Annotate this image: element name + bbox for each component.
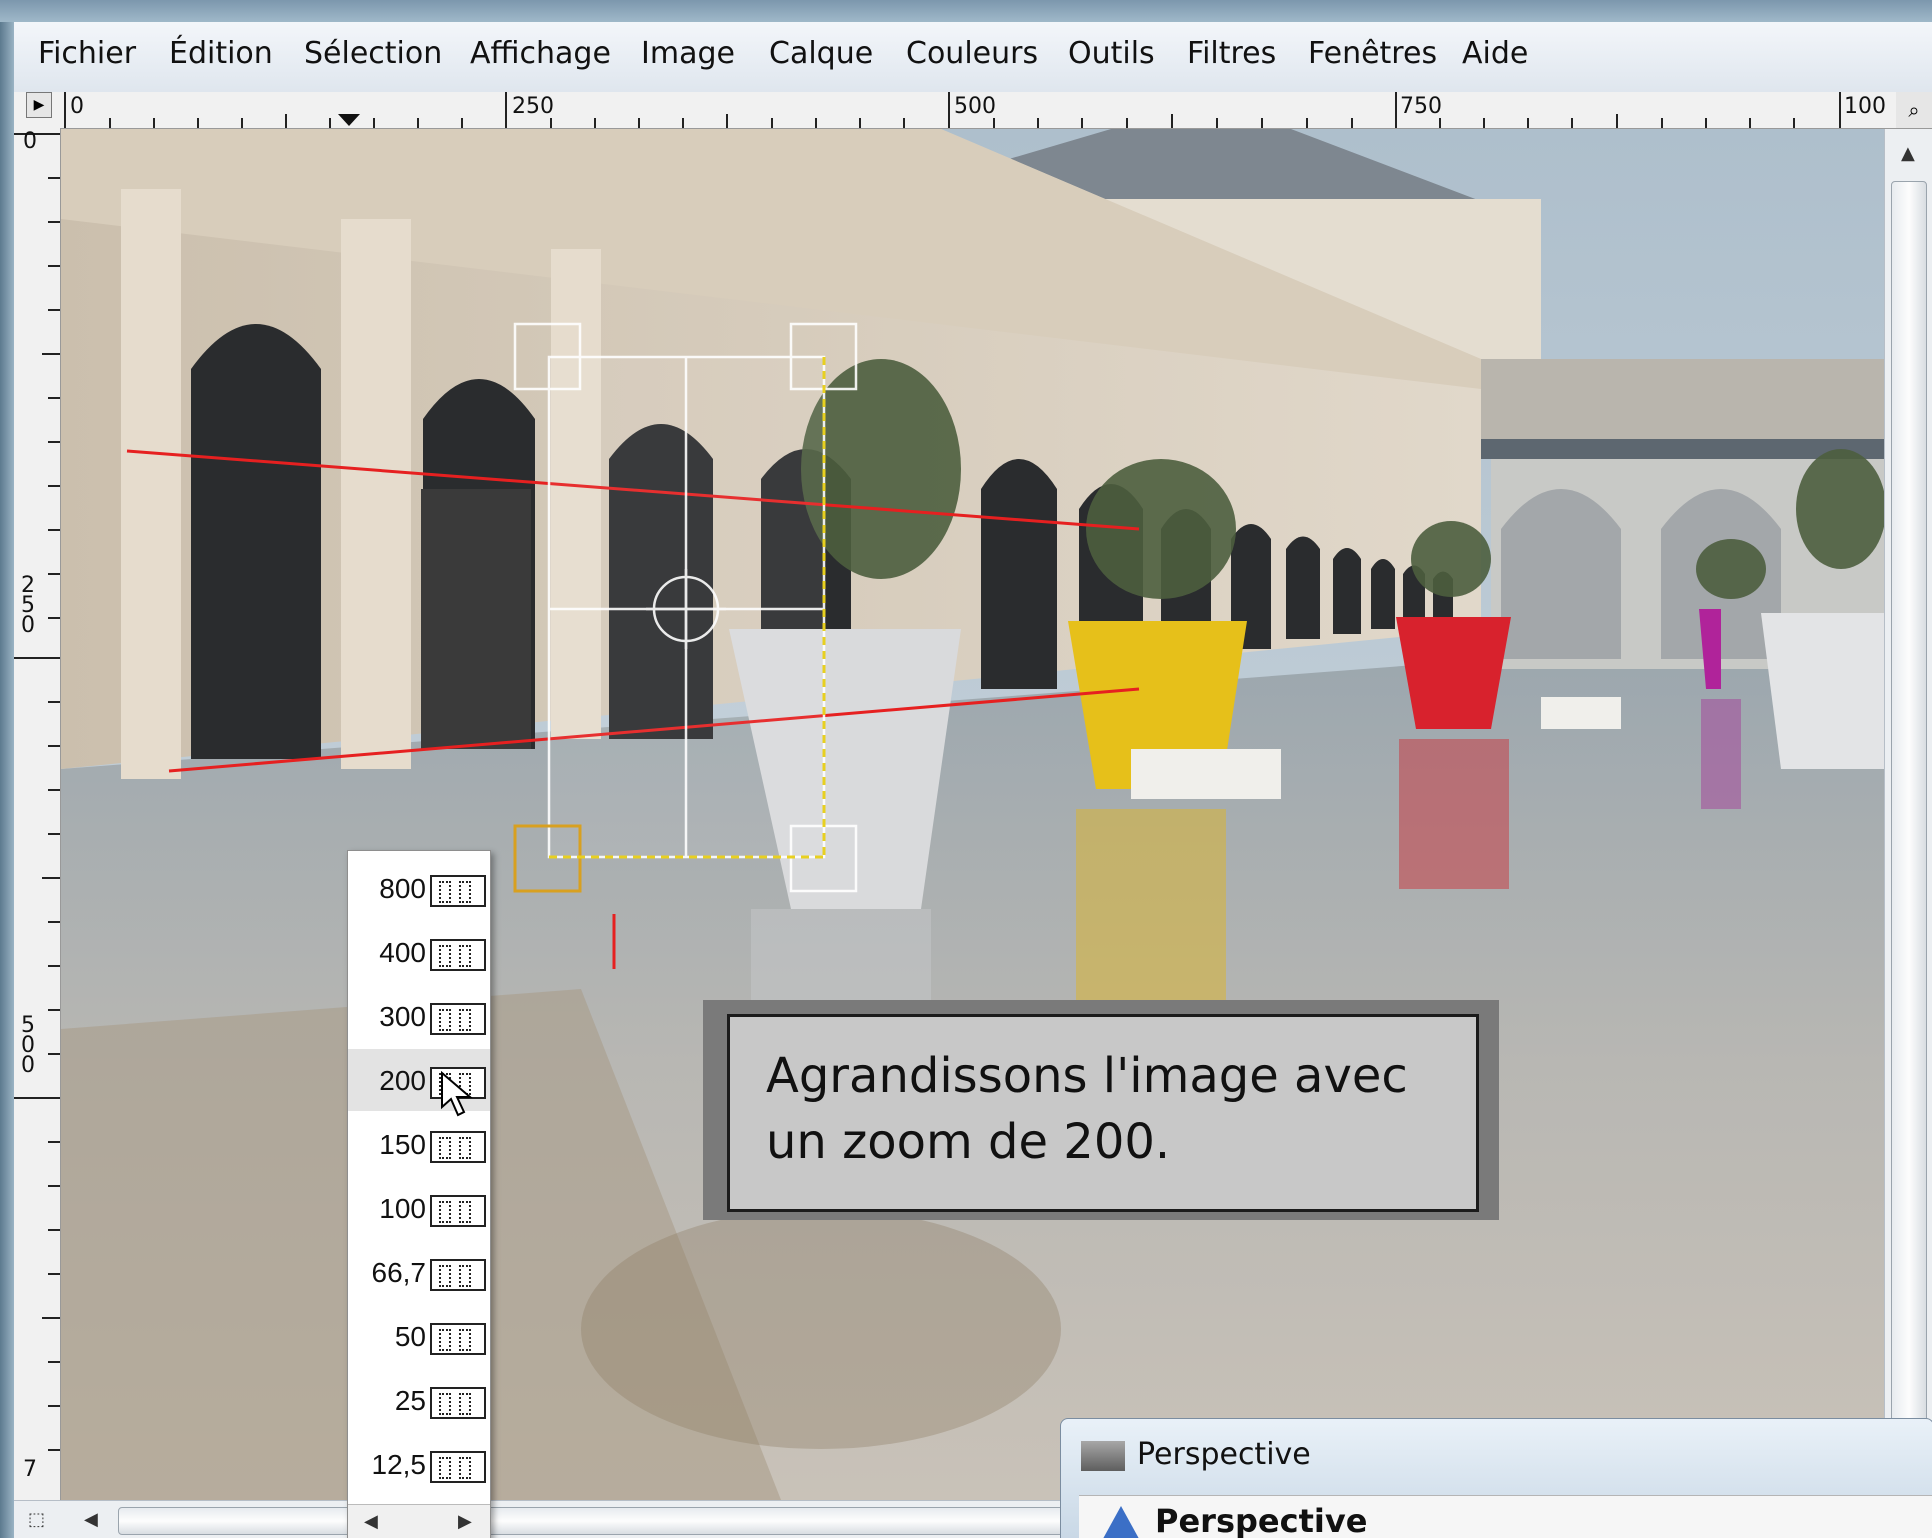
zoom-option-100[interactable]: 100	[348, 1177, 490, 1239]
scroll-left-icon[interactable]: ◀	[84, 1509, 98, 1530]
zoom-option-label: 800	[379, 873, 426, 904]
zoom-option-label: 150	[379, 1129, 426, 1160]
callout-line-2: un zoom de 200.	[766, 1114, 1171, 1170]
dialog-heading: Perspective	[1155, 1502, 1368, 1538]
perspective-dialog: Perspective Perspective	[1060, 1418, 1932, 1538]
zoom-option-label: 300	[379, 1001, 426, 1032]
title-bar	[0, 0, 1932, 22]
placeholder-glyph-icon	[430, 939, 486, 971]
zoom-option-label: 400	[379, 937, 426, 968]
mouse-cursor-icon	[441, 1071, 473, 1117]
vertical-scrollbar[interactable]: ▲	[1884, 129, 1932, 1500]
ruler-label-1000: 100	[1844, 94, 1886, 119]
scroll-right-icon[interactable]: ▶	[458, 1511, 472, 1532]
zoom-option-label: 25	[394, 1385, 426, 1416]
zoom-dropdown-menu[interactable]: 800 400 300 200 150 100 66,7 50 25 12,5 …	[347, 850, 491, 1538]
placeholder-glyph-icon	[430, 1131, 486, 1163]
placeholder-glyph-icon	[430, 1195, 486, 1227]
zoom-option-800[interactable]: 800	[348, 857, 490, 919]
gimp-image-window: Fichier Édition Sélection Affichage Imag…	[0, 0, 1932, 1538]
placeholder-glyph-icon	[430, 1259, 486, 1291]
vertical-ruler[interactable]: 0 250 500 7	[14, 128, 61, 1500]
vertical-ruler-ticks	[14, 133, 60, 1451]
ruler-label-500: 500	[954, 94, 996, 119]
scroll-up-icon[interactable]: ▲	[1901, 143, 1915, 164]
zoom-toggle-icon[interactable]: ⌕	[1896, 92, 1932, 128]
menu-fichier[interactable]: Fichier	[38, 36, 136, 71]
ruler-vlabel-0: 0	[23, 129, 37, 154]
placeholder-glyph-icon	[430, 1323, 486, 1355]
zoom-option-label: 66,7	[371, 1257, 427, 1288]
zoom-option-200[interactable]: 200	[348, 1049, 490, 1117]
ruler-vlabel-500: 500	[21, 1013, 35, 1078]
ruler-label-0: 0	[70, 94, 84, 119]
horizontal-ruler[interactable]: 0 250 500 750 100	[14, 92, 1932, 129]
placeholder-glyph-icon	[430, 1451, 486, 1483]
photo-scene	[61, 129, 1884, 1500]
image-canvas[interactable]	[61, 129, 1884, 1500]
window-frame	[0, 22, 14, 1538]
menu-aide[interactable]: Aide	[1462, 36, 1528, 71]
zoom-option-25[interactable]: 25	[348, 1369, 490, 1431]
dialog-title: Perspective	[1137, 1437, 1311, 1472]
menu-edition[interactable]: Édition	[169, 36, 273, 71]
ruler-label-750: 750	[1400, 94, 1442, 119]
zoom-option-50[interactable]: 50	[348, 1305, 490, 1367]
placeholder-glyph-icon	[430, 875, 486, 907]
zoom-option-label: 50	[394, 1321, 426, 1352]
zoom-option-300[interactable]: 300	[348, 985, 490, 1047]
zoom-menu-scrollbar[interactable]: ◀ ▶	[348, 1504, 490, 1538]
callout-text: Agrandissons l'image avec un zoom de 200…	[766, 1043, 1408, 1175]
menu-outils[interactable]: Outils	[1068, 36, 1155, 71]
menu-calque[interactable]: Calque	[769, 36, 873, 71]
navigate-icon[interactable]: ⬚	[28, 1509, 45, 1530]
horizontal-scroll-thumb[interactable]	[118, 1507, 1120, 1535]
menubar: Fichier Édition Sélection Affichage Imag…	[14, 22, 1932, 93]
ruler-label-250: 250	[512, 94, 554, 119]
perspective-tool-icon	[1099, 1506, 1143, 1538]
menu-image[interactable]: Image	[641, 36, 735, 71]
menu-couleurs[interactable]: Couleurs	[906, 36, 1038, 71]
tutorial-callout: Agrandissons l'image avec un zoom de 200…	[703, 1000, 1499, 1220]
menu-fenetres[interactable]: Fenêtres	[1308, 36, 1437, 71]
zoom-option-400[interactable]: 400	[348, 921, 490, 983]
placeholder-glyph-icon	[430, 1003, 486, 1035]
menu-affichage[interactable]: Affichage	[470, 36, 611, 71]
zoom-option-label: 12,5	[371, 1449, 427, 1480]
dialog-app-icon	[1081, 1441, 1125, 1471]
zoom-option-150[interactable]: 150	[348, 1113, 490, 1175]
zoom-option-66-7[interactable]: 66,7	[348, 1241, 490, 1303]
callout-line-1: Agrandissons l'image avec	[766, 1048, 1408, 1104]
zoom-option-label: 200	[379, 1065, 426, 1096]
vertical-scroll-thumb[interactable]	[1891, 181, 1927, 1483]
callout-box: Agrandissons l'image avec un zoom de 200…	[727, 1014, 1479, 1212]
ruler-vlabel-250: 250	[21, 573, 35, 638]
dialog-body: Perspective	[1079, 1495, 1932, 1538]
ruler-vlabel-750: 7	[23, 1457, 37, 1482]
scroll-left-icon[interactable]: ◀	[364, 1511, 378, 1532]
placeholder-glyph-icon	[430, 1387, 486, 1419]
zoom-option-label: 100	[379, 1193, 426, 1224]
zoom-option-12-5[interactable]: 12,5	[348, 1433, 490, 1495]
menu-filtres[interactable]: Filtres	[1187, 36, 1276, 71]
menu-selection[interactable]: Sélection	[304, 36, 442, 71]
quick-mask-menu-button[interactable]: ▶	[26, 92, 52, 118]
